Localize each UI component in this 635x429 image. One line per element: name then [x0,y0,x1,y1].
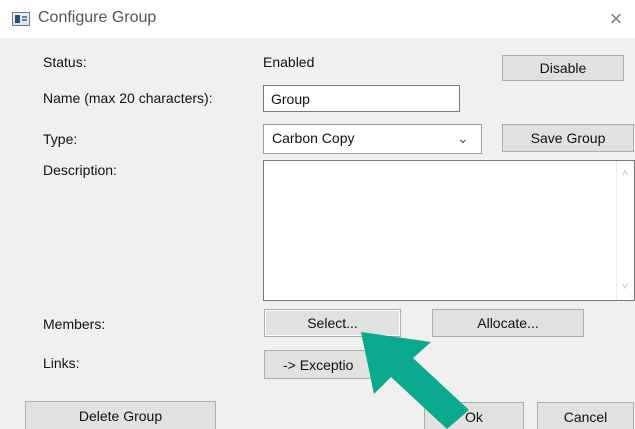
cancel-button[interactable]: Cancel [537,402,634,429]
status-label: Status: [43,54,87,70]
close-icon[interactable]: × [599,2,633,36]
ok-button[interactable]: Ok [424,402,524,429]
members-label: Members: [43,316,106,332]
type-dropdown-value: Carbon Copy [272,130,355,146]
description-textarea[interactable]: ˄ ˅ [263,160,635,301]
exception-link-button[interactable]: -> Exceptio [264,350,374,379]
description-label: Description: [43,162,117,178]
delete-group-button[interactable]: Delete Group [25,401,216,429]
description-scrollbar[interactable]: ˄ ˅ [616,161,634,300]
scroll-down-icon[interactable]: ˅ [620,282,630,293]
chevron-down-icon[interactable]: ⌄ [457,131,469,145]
status-value: Enabled [263,54,315,70]
save-group-button[interactable]: Save Group [502,124,634,152]
allocate-members-button[interactable]: Allocate... [432,309,584,337]
select-members-button[interactable]: Select... [264,309,401,337]
links-label: Links: [43,355,80,371]
name-label: Name (max 20 characters): [43,90,213,106]
window-title: Configure Group [38,9,157,26]
type-label: Type: [43,131,78,147]
disable-button[interactable]: Disable [502,55,624,81]
scroll-up-icon[interactable]: ˄ [620,169,630,180]
configure-group-dialog: Configure Group × Status: Enabled Disabl… [0,0,635,429]
group-name-input[interactable] [263,85,460,112]
type-dropdown[interactable]: Carbon Copy ⌄ [263,124,482,154]
title-bar: Configure Group × [0,0,635,38]
window-app-icon [12,12,30,26]
